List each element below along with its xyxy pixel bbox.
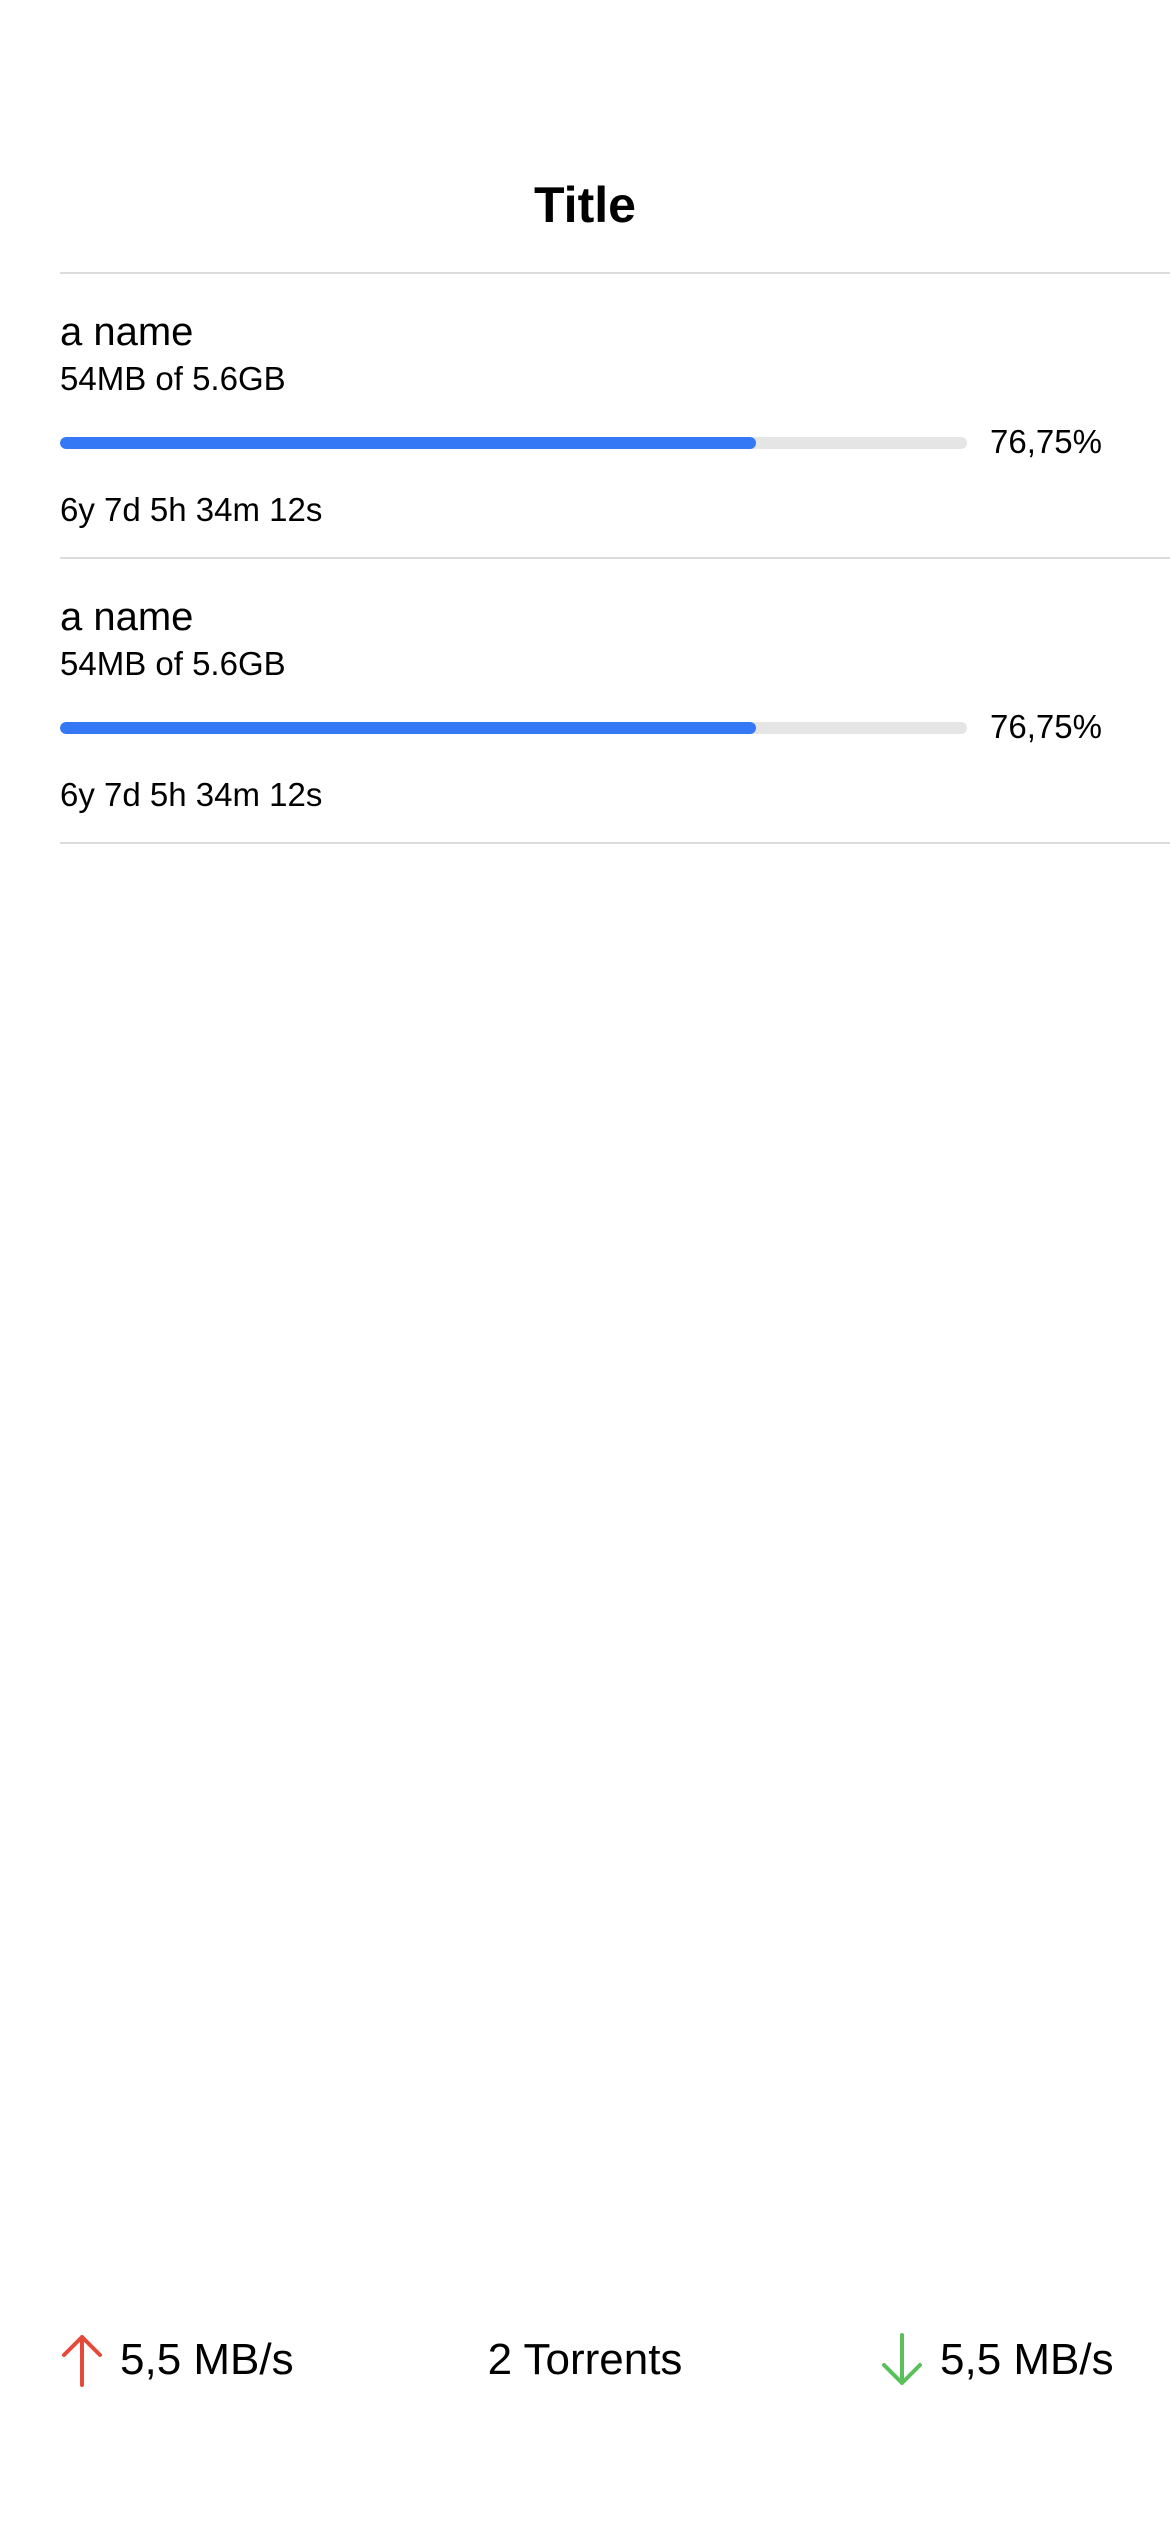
progress-fill: [60, 437, 757, 449]
arrow-down-icon: [880, 2333, 924, 2387]
torrent-eta: 6y 7d 5h 34m 12s: [60, 491, 323, 528]
download-speed-stat: 5,5 MB/s: [880, 2322, 1114, 2398]
nav-title: Title: [534, 177, 636, 233]
progress-percent: 76,75%: [990, 708, 1102, 745]
torrent-size: 54MB of 5.6GB: [60, 360, 286, 397]
download-speed: 5,5 MB/s: [940, 2335, 1114, 2384]
torrent-name: a name: [60, 310, 194, 354]
progress-percent: 76,75%: [990, 423, 1102, 460]
progress-bar: [60, 437, 967, 449]
torrent-eta: 6y 7d 5h 34m 12s: [60, 776, 323, 813]
row-divider: [60, 842, 1170, 844]
torrent-name: a name: [60, 595, 194, 639]
torrent-row[interactable]: a name 54MB of 5.6GB 76,75% 6y 7d 5h 34m…: [0, 559, 1170, 843]
progress-fill: [60, 722, 757, 734]
status-bar: 5,5 MB/s 2 Torrents 5,5 MB/s: [0, 2322, 1170, 2398]
torrent-row[interactable]: a name 54MB of 5.6GB 76,75% 6y 7d 5h 34m…: [0, 274, 1170, 558]
torrent-size: 54MB of 5.6GB: [60, 645, 286, 682]
progress-bar: [60, 722, 967, 734]
